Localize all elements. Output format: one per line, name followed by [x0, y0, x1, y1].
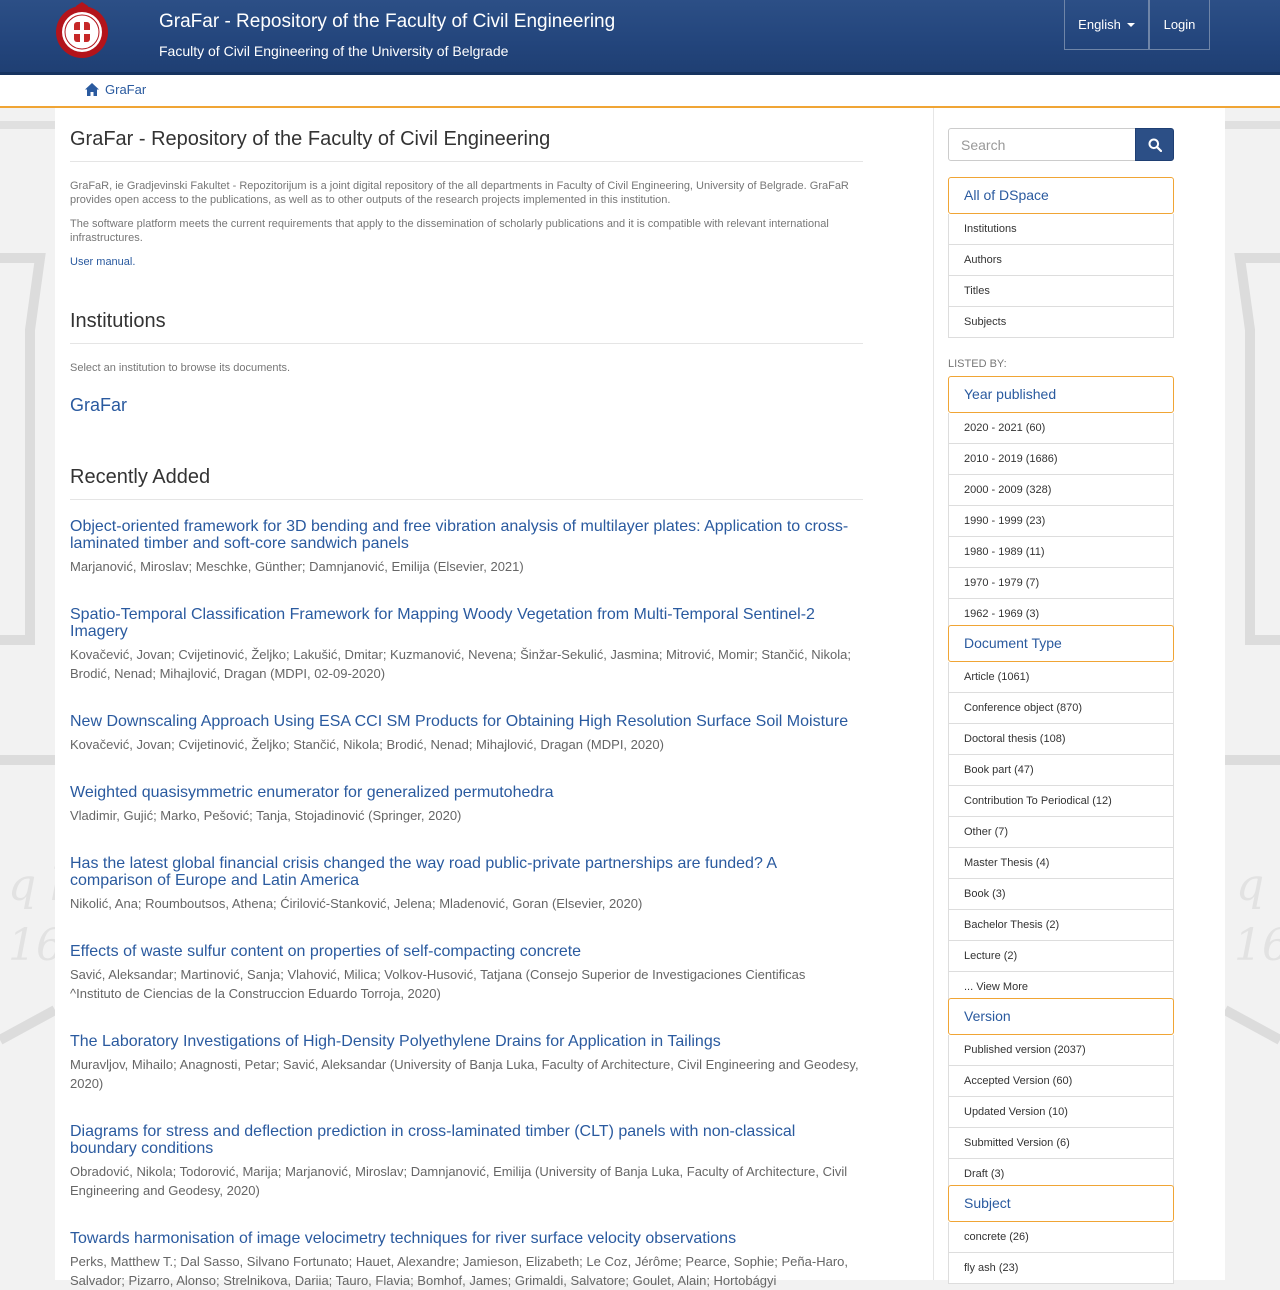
item-meta: Savić, Aleksandar; Martinović, Sanja; Vl… — [70, 967, 806, 1001]
item-title-link[interactable]: Towards harmonisation of image velocimet… — [70, 1230, 860, 1247]
list-item: Diagrams for stress and deflection predi… — [70, 1123, 860, 1200]
doctype-filter-item[interactable]: Book (3) — [948, 879, 1174, 910]
doctype-filter-item[interactable]: Article (1061) — [948, 662, 1174, 693]
doctype-filter-item[interactable]: Other (7) — [948, 817, 1174, 848]
version-filter-item[interactable]: Updated Version (10) — [948, 1097, 1174, 1128]
language-dropdown[interactable]: English — [1064, 0, 1149, 50]
year-filter-item[interactable]: 2010 - 2019 (1686) — [948, 444, 1174, 475]
item-title-link[interactable]: Has the latest global financial crisis c… — [70, 855, 860, 889]
listed-by-label: LISTED BY: — [948, 358, 1007, 370]
search-button[interactable] — [1135, 128, 1174, 161]
item-title-link[interactable]: New Downscaling Approach Using ESA CCI S… — [70, 713, 860, 730]
item-meta: Marjanović, Miroslav; Meschke, Günther; … — [70, 559, 524, 574]
item-meta: Kovačević, Jovan; Cvijetinović, Željko; … — [70, 737, 664, 752]
item-meta: Vladimir, Gujić; Marko, Pešović; Tanja, … — [70, 808, 462, 823]
subject-filter-item[interactable]: fly ash (23) — [948, 1253, 1174, 1284]
page-title: GraFar - Repository of the Faculty of Ci… — [70, 128, 863, 162]
login-button[interactable]: Login — [1149, 0, 1210, 50]
doctype-filter-item[interactable]: Conference object (870) — [948, 693, 1174, 724]
item-title-link[interactable]: Spatio-Temporal Classification Framework… — [70, 606, 860, 640]
year-filter-item[interactable]: 1970 - 1979 (7) — [948, 568, 1174, 599]
browse-institutions[interactable]: Institutions — [948, 214, 1174, 245]
svg-text:16: 16 — [1234, 920, 1280, 971]
breadcrumb: GraFar — [0, 75, 1280, 108]
year-published-heading[interactable]: Year published — [948, 376, 1174, 413]
language-label: English — [1078, 17, 1121, 32]
list-item: Has the latest global financial crisis c… — [70, 855, 860, 913]
version-filter-item[interactable]: Accepted Version (60) — [948, 1066, 1174, 1097]
year-filter-item[interactable]: 1980 - 1989 (11) — [948, 537, 1174, 568]
svg-text:q l: q l — [1236, 860, 1280, 911]
list-item: The Laboratory Investigations of High-De… — [70, 1033, 860, 1093]
item-title-link[interactable]: The Laboratory Investigations of High-De… — [70, 1033, 860, 1050]
item-meta: Perks, Matthew T.; Dal Sasso, Silvano Fo… — [70, 1254, 848, 1288]
item-meta: Kovačević, Jovan; Cvijetinović, Željko; … — [70, 647, 851, 681]
doctype-filter-item[interactable]: Doctoral thesis (108) — [948, 724, 1174, 755]
search-form — [948, 128, 1174, 161]
doctype-filter-item[interactable]: Book part (47) — [948, 755, 1174, 786]
document-type-heading[interactable]: Document Type — [948, 625, 1174, 662]
search-input[interactable] — [948, 128, 1136, 161]
doctype-filter-item[interactable]: Lecture (2) — [948, 941, 1174, 972]
year-filter-item[interactable]: 2000 - 2009 (328) — [948, 475, 1174, 506]
subject-filter-item[interactable]: concrete (26) — [948, 1222, 1174, 1253]
search-icon — [1148, 138, 1162, 152]
item-meta: Muravljov, Mihailo; Anagnosti, Petar; Sa… — [70, 1057, 859, 1091]
list-item: Spatio-Temporal Classification Framework… — [70, 606, 860, 683]
item-meta: Nikolić, Ana; Roumboutsos, Athena; Ćiril… — [70, 896, 643, 911]
all-of-dspace-heading[interactable]: All of DSpace — [948, 177, 1174, 214]
site-header: GraFar - Repository of the Faculty of Ci… — [0, 0, 1280, 75]
list-item: Effects of waste sulfur content on prope… — [70, 943, 860, 1003]
site-subtitle: Faculty of Civil Engineering of the Univ… — [159, 43, 509, 59]
main-panel: GraFar - Repository of the Faculty of Ci… — [55, 108, 1225, 1288]
version-heading[interactable]: Version — [948, 998, 1174, 1035]
browse-titles[interactable]: Titles — [948, 276, 1174, 307]
intro-paragraph-1: GraFaR, ie Gradjevinski Fakultet - Repoz… — [70, 180, 849, 206]
intro-text: GraFaR, ie Gradjevinski Fakultet - Repoz… — [70, 180, 863, 281]
university-seal-logo[interactable] — [54, 0, 110, 62]
institution-link-grafar[interactable]: GraFar — [70, 395, 127, 416]
browse-subjects[interactable]: Subjects — [948, 307, 1174, 338]
doctype-filter-item[interactable]: Contribution To Periodical (12) — [948, 786, 1174, 817]
year-filter-item[interactable]: 2020 - 2021 (60) — [948, 413, 1174, 444]
item-meta: Obradović, Nikola; Todorović, Marija; Ma… — [70, 1164, 848, 1198]
year-filter-item[interactable]: 1990 - 1999 (23) — [948, 506, 1174, 537]
user-manual-link[interactable]: User manual. — [70, 256, 135, 268]
version-filter-item[interactable]: Submitted Version (6) — [948, 1128, 1174, 1159]
institutions-heading: Institutions — [70, 310, 863, 344]
column-divider — [933, 108, 934, 1280]
item-title-link[interactable]: Weighted quasisymmetric enumerator for g… — [70, 784, 860, 801]
list-item: Weighted quasisymmetric enumerator for g… — [70, 784, 860, 825]
subject-heading[interactable]: Subject — [948, 1185, 1174, 1222]
list-item: New Downscaling Approach Using ESA CCI S… — [70, 713, 860, 754]
item-title-link[interactable]: Diagrams for stress and deflection predi… — [70, 1123, 860, 1157]
doctype-filter-item[interactable]: Bachelor Thesis (2) — [948, 910, 1174, 941]
recently-added-heading: Recently Added — [70, 466, 863, 500]
item-title-link[interactable]: Object-oriented framework for 3D bending… — [70, 518, 860, 552]
doctype-filter-item[interactable]: Master Thesis (4) — [948, 848, 1174, 879]
caret-down-icon — [1126, 22, 1135, 27]
institutions-hint: Select an institution to browse its docu… — [70, 362, 291, 374]
browse-authors[interactable]: Authors — [948, 245, 1174, 276]
intro-paragraph-2: The software platform meets the current … — [70, 218, 829, 244]
home-icon — [85, 83, 99, 96]
list-item: Towards harmonisation of image velocimet… — [70, 1230, 860, 1290]
breadcrumb-home-label: GraFar — [105, 82, 147, 97]
version-filter-item[interactable]: Published version (2037) — [948, 1035, 1174, 1066]
site-title[interactable]: GraFar - Repository of the Faculty of Ci… — [159, 11, 615, 33]
item-title-link[interactable]: Effects of waste sulfur content on prope… — [70, 943, 860, 960]
breadcrumb-home[interactable]: GraFar — [85, 82, 146, 97]
list-item: Object-oriented framework for 3D bending… — [70, 518, 860, 576]
